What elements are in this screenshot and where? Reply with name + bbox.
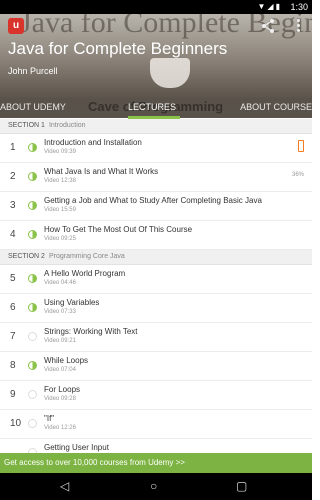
course-title: Java for Complete Beginners bbox=[8, 39, 228, 58]
lecture-duration: Video 12:38 bbox=[44, 178, 76, 184]
header-cup-image bbox=[150, 58, 190, 88]
lecture-duration: Video 09:28 bbox=[44, 396, 76, 402]
lecture-row[interactable]: Getting User Input bbox=[0, 439, 312, 453]
progress-circle-icon bbox=[28, 361, 37, 370]
lecture-row[interactable]: 5 A Hello World Program Video 04:46 bbox=[0, 265, 312, 294]
lecture-title: Using Variables bbox=[44, 298, 100, 307]
progress-circle-icon bbox=[28, 419, 37, 428]
status-icons: ▼◢▮ bbox=[257, 2, 282, 11]
section-label: SECTION 1 bbox=[8, 122, 45, 129]
lecture-title: Strings: Working With Text bbox=[44, 327, 138, 336]
lecture-number: 4 bbox=[10, 229, 16, 240]
udemy-logo-icon[interactable]: u bbox=[8, 18, 24, 34]
lecture-number: 1 bbox=[10, 142, 16, 153]
lecture-row[interactable]: 9 For Loops Video 09:28 bbox=[0, 381, 312, 410]
progress-circle-icon bbox=[28, 230, 37, 239]
lecture-progress: 36% bbox=[291, 172, 304, 178]
lecture-number: 6 bbox=[10, 302, 16, 313]
lecture-duration: Video 09:39 bbox=[44, 149, 76, 155]
progress-circle-icon bbox=[28, 201, 37, 210]
progress-circle-icon bbox=[28, 274, 37, 283]
lecture-title: How To Get The Most Out Of This Course bbox=[44, 225, 193, 234]
lecture-title: Introduction and Installation bbox=[44, 138, 142, 147]
lecture-title: A Hello World Program bbox=[44, 269, 126, 278]
lecture-row[interactable]: 7 Strings: Working With Text Video 09:21 bbox=[0, 323, 312, 352]
lecture-number: 10 bbox=[10, 418, 22, 429]
lecture-row[interactable]: 1 Introduction and Installation Video 09:3… bbox=[0, 134, 312, 163]
lecture-row[interactable]: 6 Using Variables Video 07:33 bbox=[0, 294, 312, 323]
lecture-number: 5 bbox=[10, 273, 16, 284]
section-header: SECTION 1 Introduction bbox=[0, 119, 312, 134]
progress-circle-icon bbox=[28, 143, 37, 152]
upsell-banner[interactable]: Get access to over 10,000 courses from U… bbox=[0, 453, 312, 473]
tab-bar: Cave of Programming ABOUT UDEMY LECTURES… bbox=[0, 98, 312, 118]
lecture-title: Getting a Job and What to Study After Co… bbox=[44, 196, 262, 205]
lecture-list[interactable]: SECTION 1 Introduction 1 Introduction and I… bbox=[0, 119, 312, 453]
tab-about-course[interactable]: ABOUT COURSE bbox=[240, 102, 312, 112]
lecture-duration: Video 04:46 bbox=[44, 280, 76, 286]
lecture-title: Getting User Input bbox=[44, 443, 109, 452]
status-time: 1:30 bbox=[290, 2, 308, 12]
lecture-duration: Video 07:33 bbox=[44, 309, 76, 315]
progress-circle-icon bbox=[28, 303, 37, 312]
lecture-row[interactable]: 10 "If" Video 12:26 bbox=[0, 410, 312, 439]
lecture-number: 2 bbox=[10, 171, 16, 182]
section-name: Introduction bbox=[48, 122, 86, 129]
section-name: Programming Core Java bbox=[48, 253, 125, 260]
progress-circle-icon bbox=[28, 172, 37, 181]
lecture-duration: Video 09:21 bbox=[44, 338, 76, 344]
phone-icon[interactable] bbox=[298, 140, 304, 152]
section-header: SECTION 2 Programming Core Java bbox=[0, 250, 312, 265]
lecture-duration: Video 07:04 bbox=[44, 367, 76, 373]
overflow-menu-icon[interactable] bbox=[294, 19, 302, 33]
progress-circle-icon bbox=[28, 332, 37, 341]
tab-lectures[interactable]: LECTURES bbox=[128, 102, 176, 112]
course-header: Java for Complete Beginners u Java for C… bbox=[0, 14, 312, 98]
lecture-number: 3 bbox=[10, 200, 16, 211]
progress-circle-icon bbox=[28, 390, 37, 399]
section-label: SECTION 2 bbox=[8, 253, 45, 260]
lecture-row[interactable]: 3 Getting a Job and What to Study After C… bbox=[0, 192, 312, 221]
course-author: John Purcell bbox=[8, 66, 58, 76]
lecture-number: 8 bbox=[10, 360, 16, 371]
lecture-duration: Video 15:59 bbox=[44, 207, 76, 213]
lecture-title: What Java Is and What It Works bbox=[44, 167, 159, 176]
lecture-title: While Loops bbox=[44, 356, 89, 365]
lecture-number: 7 bbox=[10, 331, 16, 342]
back-icon[interactable]: ◁ bbox=[60, 479, 69, 493]
home-icon[interactable]: ○ bbox=[150, 479, 157, 493]
lecture-row[interactable]: 2 What Java Is and What It Works Video 12:… bbox=[0, 163, 312, 192]
share-icon[interactable] bbox=[260, 18, 276, 34]
status-bar: ▼◢▮ 1:30 bbox=[0, 0, 312, 14]
lecture-row[interactable]: 4 How To Get The Most Out Of This Course V… bbox=[0, 221, 312, 250]
lecture-number: 9 bbox=[10, 389, 16, 400]
lecture-duration: Video 12:26 bbox=[44, 425, 76, 431]
recent-apps-icon[interactable]: ▢ bbox=[236, 479, 247, 493]
lecture-title: "If" bbox=[44, 414, 55, 423]
system-nav-bar: ◁ ○ ▢ bbox=[0, 473, 312, 500]
lecture-duration: Video 09:25 bbox=[44, 236, 76, 242]
lecture-row[interactable]: 8 While Loops Video 07:04 bbox=[0, 352, 312, 381]
lecture-title: For Loops bbox=[44, 385, 81, 394]
tab-about-udemy[interactable]: ABOUT UDEMY bbox=[0, 102, 66, 112]
